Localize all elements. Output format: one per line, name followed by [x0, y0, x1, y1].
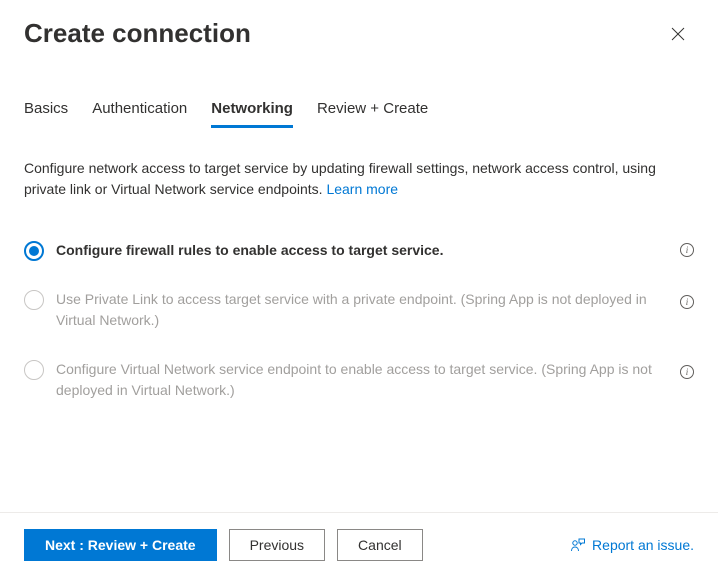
- info-icon[interactable]: i: [680, 365, 694, 379]
- tab-review-create[interactable]: Review + Create: [317, 92, 428, 128]
- option-label: Configure Virtual Network service endpoi…: [56, 359, 668, 401]
- tab-networking[interactable]: Networking: [211, 92, 293, 128]
- option-vnet-endpoint: Configure Virtual Network service endpoi…: [24, 351, 694, 409]
- tab-list: Basics Authentication Networking Review …: [0, 92, 718, 128]
- close-button[interactable]: [662, 18, 694, 50]
- close-icon: [671, 27, 685, 41]
- page-title: Create connection: [24, 18, 251, 49]
- tab-basics[interactable]: Basics: [24, 92, 68, 128]
- tab-authentication[interactable]: Authentication: [92, 92, 187, 128]
- option-firewall-rules[interactable]: Configure firewall rules to enable acces…: [24, 232, 694, 269]
- networking-description: Configure network access to target servi…: [24, 158, 694, 200]
- cancel-button[interactable]: Cancel: [337, 529, 423, 561]
- radio-button: [24, 290, 44, 310]
- learn-more-link[interactable]: Learn more: [326, 181, 398, 197]
- radio-button[interactable]: [24, 241, 44, 261]
- previous-button[interactable]: Previous: [229, 529, 325, 561]
- option-label: Configure firewall rules to enable acces…: [56, 240, 672, 261]
- info-icon[interactable]: i: [680, 243, 694, 257]
- report-issue-link[interactable]: Report an issue.: [570, 537, 694, 553]
- option-label: Use Private Link to access target servic…: [56, 289, 668, 331]
- radio-button: [24, 360, 44, 380]
- option-private-link: Use Private Link to access target servic…: [24, 281, 694, 339]
- report-issue-label: Report an issue.: [592, 537, 694, 553]
- person-feedback-icon: [570, 537, 586, 553]
- next-review-create-button[interactable]: Next : Review + Create: [24, 529, 217, 561]
- footer-bar: Next : Review + Create Previous Cancel R…: [0, 512, 718, 577]
- network-options-radio-group: Configure firewall rules to enable acces…: [24, 232, 694, 409]
- info-icon[interactable]: i: [680, 295, 694, 309]
